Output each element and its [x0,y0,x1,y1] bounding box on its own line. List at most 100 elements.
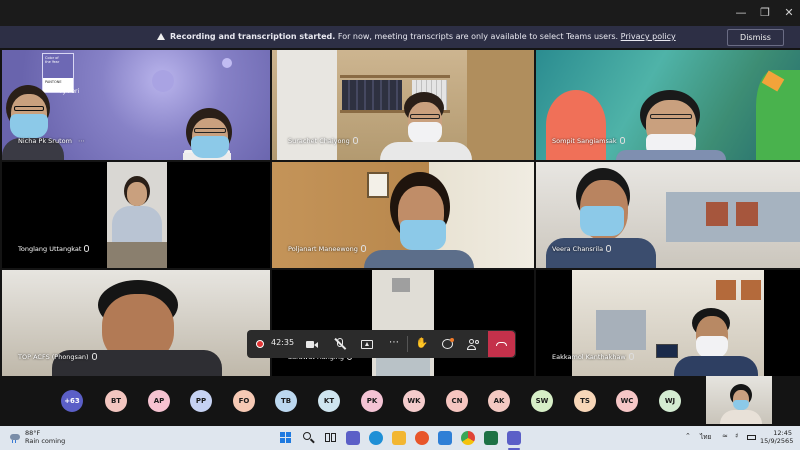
date: 15/9/2565 [760,437,794,445]
self-view[interactable] [706,376,772,424]
video-tile[interactable]: TOP ACFS (Phongsan) [2,270,270,376]
hangup-button[interactable] [488,331,515,357]
video-tile[interactable]: Veera Chansrila [536,162,800,268]
title-bar: — ❐ ✕ [0,0,800,26]
video-tile[interactable]: Tonglang Uttangkat [2,162,270,268]
participant-avatar[interactable]: FO [233,390,255,412]
search-icon[interactable] [302,431,316,445]
poster-name: ry Peri [60,88,80,95]
mic-muted-icon [84,245,90,252]
volume-icon[interactable]: ♯ [735,432,738,440]
person-body [674,356,758,376]
binders [342,80,402,110]
edge-icon[interactable] [369,431,383,445]
glasses [14,106,44,111]
close-icon[interactable]: ✕ [778,4,800,22]
window [666,192,800,242]
face-mask [10,114,48,138]
dismiss-button[interactable]: Dismiss [727,29,784,46]
banner-message: For now, meeting transcripts are only av… [335,32,621,41]
shelf [340,75,450,78]
time: 12:45 [773,429,792,437]
video-tile[interactable]: Sarawut Hanging [272,270,534,376]
system-clock[interactable]: 12:45 15/9/2565 [760,429,794,445]
participant-avatar[interactable]: PP [190,390,212,412]
wall-poster [741,280,761,300]
face-mask [400,220,446,250]
cabinet [467,50,534,160]
maximize-icon[interactable]: ❐ [754,4,776,22]
glasses [650,114,692,119]
more-icon[interactable]: ⋯ [387,337,401,351]
recording-banner: Recording and transcription started. For… [0,26,800,48]
decor-ball [152,70,174,92]
teams-icon[interactable] [507,431,521,445]
person-body [364,250,474,268]
firefox-icon[interactable] [415,431,429,445]
overflow-participants-count[interactable]: +63 [61,390,83,412]
task-view-icon[interactable] [324,431,338,445]
participant-name: Tonglang Uttangkat [18,245,90,253]
chevron-up-icon[interactable]: ⌃ [685,432,691,440]
mic-muted-icon [360,245,366,252]
video-tile[interactable]: Sompit Sangiamsak [536,50,800,160]
participant-name: Veera Chansrila [552,245,612,253]
people-icon[interactable] [467,337,481,351]
language-indicator[interactable]: ไทย [700,432,711,442]
privacy-policy-link[interactable]: Privacy policy [621,32,676,41]
monitor [656,344,678,358]
temperature: 88°F [25,429,41,437]
video-tile[interactable]: Eakkamol Kanthakhaw [536,270,800,376]
participant-avatar[interactable]: CN [446,390,468,412]
mail-icon[interactable] [438,431,452,445]
participant-avatar[interactable]: KT [318,390,340,412]
mic-muted-icon [352,137,358,144]
video-tile[interactable]: Poljanart Maneewong [272,162,534,268]
battery-icon[interactable] [747,435,756,440]
banner-title: Recording and transcription started. [170,32,336,41]
chat-icon[interactable] [441,337,455,351]
weather-info[interactable]: 88°F Rain coming [25,429,65,445]
participant-avatar[interactable]: PK [361,390,383,412]
warning-icon [157,33,165,40]
wall-frame [367,172,389,198]
more-options-icon[interactable]: ⋯ [78,137,85,145]
desk [107,242,167,268]
participant-avatar[interactable]: AP [148,390,170,412]
raise-hand-icon[interactable]: ✋ [415,337,429,351]
start-icon[interactable] [279,431,293,445]
meeting-controls: 42:35 ⋯ ✋ [247,330,516,358]
participant-avatar[interactable]: BT [105,390,127,412]
participant-avatar[interactable]: WK [403,390,425,412]
separator [407,336,408,352]
chrome-icon[interactable] [461,431,475,445]
participant-avatar[interactable]: TB [275,390,297,412]
mic-muted-icon[interactable] [333,337,347,351]
wifi-icon[interactable]: ≈ [722,432,728,440]
participant-avatar[interactable]: TS [574,390,596,412]
coral [546,90,606,160]
mic-muted-icon [91,353,97,360]
participant-avatar[interactable]: AK [488,390,510,412]
participant-name: Sompit Sangiamsak [552,137,625,145]
windows-taskbar: 88°F Rain coming ⌃ ไทย ≈ ♯ 12:45 15/9/25… [0,426,800,450]
file-explorer-icon[interactable] [392,431,406,445]
participant-avatar[interactable]: WJ [659,390,681,412]
participant-avatar[interactable]: SW [531,390,553,412]
excel-icon[interactable] [484,431,498,445]
video-tile[interactable]: Surachet Chaiyong [272,50,534,160]
teams-chat-icon[interactable] [346,431,360,445]
window [596,310,646,350]
wall-poster [716,280,736,300]
decor-ball [222,58,232,68]
camera-icon[interactable] [305,337,319,351]
weather-icon[interactable] [10,432,21,443]
video-tile[interactable]: Color of the Year PANTONE ry Peri Nicha … [2,50,270,160]
share-screen-icon[interactable] [360,337,374,351]
person-body [720,410,762,424]
minimize-icon[interactable]: — [730,4,752,22]
participant-name: Poljanart Maneewong [288,245,366,253]
teams-meeting-window: — ❐ ✕ Recording and transcription starte… [0,0,800,450]
participant-avatar[interactable]: WC [616,390,638,412]
mic-muted-icon [606,245,612,252]
